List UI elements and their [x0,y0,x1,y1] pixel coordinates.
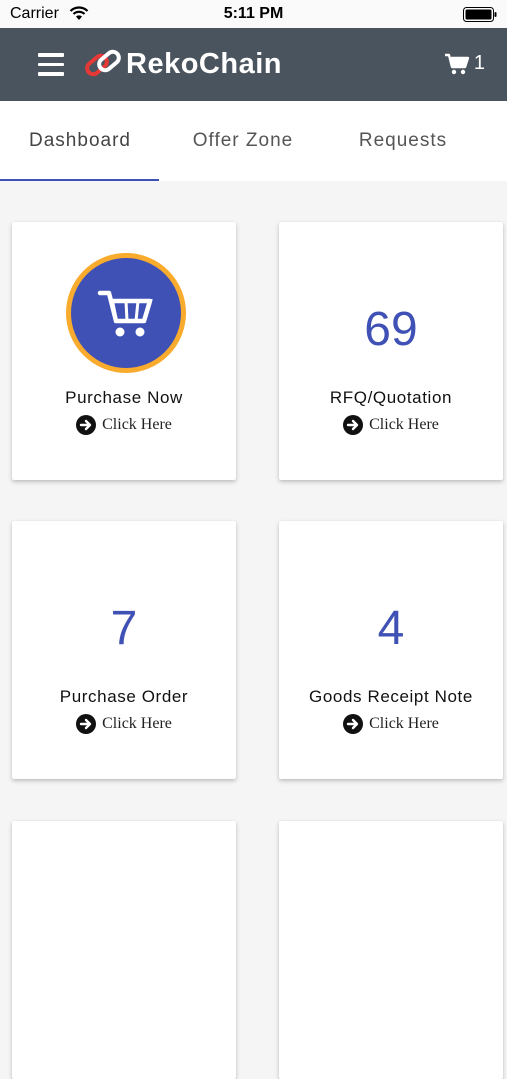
logo-text: RekoChain [126,47,282,80]
card-title: Purchase Order [59,687,189,706]
arrow-circle-right-icon [76,714,97,734]
click-here-link[interactable]: Click Here [279,415,503,435]
rfq-count: 69 [364,303,418,356]
click-here-label: Click Here [102,416,172,433]
chain-link-logo-icon [85,49,121,77]
tab-dashboard[interactable]: Dashboard [0,101,160,181]
shopping-cart-icon [97,290,153,337]
tab-requests[interactable]: Requests [323,101,483,181]
card-goods-receipt-note[interactable]: 4 Goods Receipt Note Click Here [279,521,503,779]
cart-button[interactable]: 1 [444,52,485,75]
click-here-link[interactable]: Click Here [12,714,236,734]
cart-count: 1 [473,52,485,74]
tab-offer-zone[interactable]: Offer Zone [163,101,323,181]
card-purchase-order[interactable]: 7 Purchase Order Click Here [12,521,236,779]
hamburger-menu-icon[interactable] [38,53,64,76]
app-bar: RekoChain 1 [0,28,507,101]
tab-bar: Dashboard Offer Zone Requests [0,101,507,182]
click-here-label: Click Here [369,416,439,433]
arrow-circle-right-icon [343,714,364,734]
click-here-label: Click Here [369,715,439,732]
app-logo: RekoChain [82,46,282,82]
dashboard-grid: Purchase Now Click Here 69 RFQ/Quotation… [0,181,507,1079]
status-bar: Carrier 5:11 PM [0,0,507,28]
card-purchase-now[interactable]: Purchase Now Click Here [12,222,236,480]
card-title: Purchase Now [65,388,183,407]
arrow-circle-right-icon [76,415,97,435]
card-partial[interactable] [12,821,236,1079]
card-rfq-quotation[interactable]: 69 RFQ/Quotation Click Here [279,222,503,480]
status-time: 5:11 PM [223,5,284,22]
card-partial[interactable] [279,821,503,1079]
shopping-cart-icon [444,53,470,74]
card-title: Goods Receipt Note [309,687,473,706]
click-here-label: Click Here [102,715,172,732]
goods-receipt-count: 4 [377,602,405,655]
arrow-circle-right-icon [343,415,364,435]
purchase-now-badge [66,253,186,373]
battery-icon [463,7,497,22]
purchase-order-count: 7 [110,602,138,655]
card-title: RFQ/Quotation [329,388,453,407]
click-here-link[interactable]: Click Here [12,415,236,435]
click-here-link[interactable]: Click Here [279,714,503,734]
